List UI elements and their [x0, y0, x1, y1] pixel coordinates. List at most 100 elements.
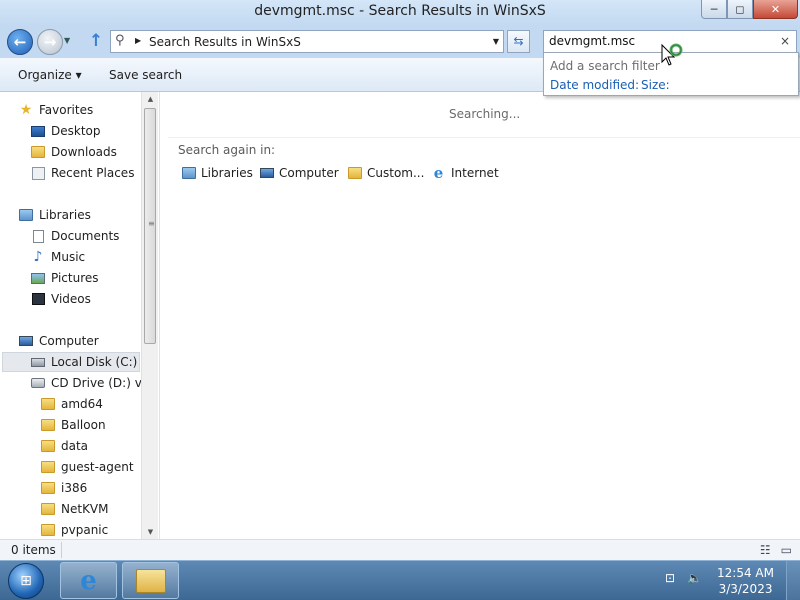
search-again-computer[interactable]: Computer: [258, 166, 339, 180]
network-icon[interactable]: ⊡: [665, 571, 675, 585]
taskbar-windows-explorer[interactable]: [122, 562, 179, 599]
title-bar: devmgmt.msc - Search Results in WinSxS ─…: [0, 0, 800, 26]
busy-cursor-icon: [661, 43, 683, 66]
organize-button[interactable]: Organize ▾: [18, 68, 82, 82]
volume-muted-icon[interactable]: 🔈: [687, 571, 702, 585]
nav-label: Libraries: [39, 208, 91, 222]
clear-search-icon[interactable]: ×: [780, 34, 790, 48]
date-modified-filter[interactable]: Date modified:: [550, 78, 639, 92]
documents-icon: [30, 229, 46, 243]
nav-label: CD Drive (D:) virt: [51, 376, 155, 390]
maximize-button[interactable]: ◻: [727, 0, 753, 19]
forward-button[interactable]: →: [37, 29, 63, 55]
nav-music[interactable]: ♪ Music: [30, 247, 86, 267]
search-again-custom[interactable]: Custom...: [346, 166, 424, 180]
clock-time: 12:54 AM: [717, 566, 774, 580]
nav-videos[interactable]: Videos: [30, 289, 91, 309]
large-icons-view-icon[interactable]: ▭: [781, 543, 792, 557]
folder-icon: [40, 481, 56, 495]
search-again-item-label: Computer: [279, 166, 339, 180]
folder-icon: [40, 397, 56, 411]
taskbar: ⊞ e ⊡ 🔈 12:54 AM 3/3/2023: [0, 560, 800, 600]
forward-arrow-icon: →: [43, 33, 57, 51]
close-button[interactable]: ✕: [753, 0, 798, 19]
breadcrumb-chevron-icon[interactable]: ▶: [135, 36, 141, 45]
nav-desktop[interactable]: Desktop: [30, 121, 101, 141]
breadcrumb[interactable]: Search Results in WinSxS: [149, 35, 301, 49]
search-input[interactable]: [549, 34, 769, 48]
system-tray: ⊡ 🔈: [665, 571, 702, 585]
computer-icon: [18, 334, 34, 348]
back-arrow-icon: ←: [13, 33, 27, 51]
nav-computer[interactable]: Computer: [18, 331, 99, 351]
nav-local-disk[interactable]: Local Disk (C:): [2, 352, 140, 372]
nav-label: i386: [61, 481, 88, 495]
pictures-icon: [30, 271, 46, 285]
folder-icon: [40, 523, 56, 537]
clock[interactable]: 12:54 AM 3/3/2023: [717, 565, 774, 597]
search-again-item-label: Libraries: [201, 166, 253, 180]
up-arrow-icon: ↑: [88, 31, 104, 51]
address-dropdown-icon[interactable]: ▼: [493, 37, 499, 46]
local-disk-icon: [30, 355, 46, 369]
nav-folder-data[interactable]: data: [40, 436, 88, 456]
folder-icon: [40, 502, 56, 516]
taskbar-internet-explorer[interactable]: e: [60, 562, 117, 599]
recent-pages-dropdown[interactable]: ▼: [64, 36, 70, 45]
nav-label: pvpanic: [61, 523, 109, 537]
scroll-down-arrow-icon[interactable]: ▼: [142, 525, 159, 539]
grip-icon: ≡: [148, 219, 155, 228]
scrollbar-thumb[interactable]: ≡: [144, 108, 156, 344]
nav-label: Computer: [39, 334, 99, 348]
size-filter[interactable]: Size:: [641, 78, 670, 92]
nav-label: Local Disk (C:): [51, 355, 138, 369]
back-button[interactable]: ←: [7, 29, 33, 55]
clock-date: 3/3/2023: [718, 582, 773, 596]
view-toggle: ☷ ▭: [760, 543, 792, 557]
nav-recent-places[interactable]: Recent Places: [30, 163, 134, 183]
internet-explorer-icon: e: [433, 164, 444, 182]
nav-label: Balloon: [61, 418, 106, 432]
refresh-icon: ⇆: [513, 34, 524, 48]
up-folder-button[interactable]: ↑: [87, 32, 105, 50]
nav-documents[interactable]: Documents: [30, 226, 119, 246]
nav-pictures[interactable]: Pictures: [30, 268, 99, 288]
save-search-button[interactable]: Save search: [109, 68, 182, 82]
nav-label: Music: [51, 250, 86, 264]
nav-favorites[interactable]: ★ Favorites: [18, 100, 94, 120]
search-again-item-label: Internet: [451, 166, 499, 180]
nav-folder-i386[interactable]: i386: [40, 478, 87, 498]
start-button[interactable]: ⊞: [8, 563, 44, 599]
details-view-icon[interactable]: ☷: [760, 543, 771, 557]
nav-label: Documents: [51, 229, 120, 243]
cd-drive-icon: [30, 376, 46, 390]
address-bar[interactable]: ⚲ ▶ Search Results in WinSxS ▼: [110, 30, 504, 53]
libraries-icon: [180, 166, 197, 180]
show-desktop-button[interactable]: [786, 561, 800, 600]
refresh-button[interactable]: ⇆: [507, 30, 530, 53]
nav-libraries[interactable]: Libraries: [18, 205, 91, 225]
search-again-item-label: Custom...: [367, 166, 425, 180]
nav-cd-drive[interactable]: CD Drive (D:) virt: [30, 373, 155, 393]
nav-folder-pvpanic[interactable]: pvpanic: [40, 520, 108, 539]
nav-folder-amd64[interactable]: amd64: [40, 394, 103, 414]
search-again-internet[interactable]: e Internet: [430, 164, 499, 182]
searching-status: Searching...: [449, 107, 521, 121]
search-again-label: Search again in:: [178, 143, 276, 157]
status-bar: 0 items ☷ ▭: [0, 539, 800, 560]
folder-icon: [346, 166, 363, 180]
nav-label: Downloads: [51, 145, 117, 159]
nav-folder-guest-agent[interactable]: guest-agent: [40, 457, 134, 477]
scroll-up-arrow-icon[interactable]: ▲: [142, 92, 159, 106]
windows-logo-icon: ⊞: [20, 573, 32, 589]
window-title: devmgmt.msc - Search Results in WinSxS: [254, 3, 546, 19]
explorer-folder-icon: [135, 568, 166, 593]
nav-folder-netkvm[interactable]: NetKVM: [40, 499, 109, 519]
navigation-scrollbar[interactable]: ▲ ≡ ▼: [141, 92, 158, 539]
nav-downloads[interactable]: Downloads: [30, 142, 117, 162]
star-icon: ★: [19, 102, 33, 118]
minimize-button[interactable]: ─: [701, 0, 727, 19]
search-again-libraries[interactable]: Libraries: [180, 166, 253, 180]
nav-folder-balloon[interactable]: Balloon: [40, 415, 106, 435]
item-count: 0 items: [11, 543, 56, 557]
